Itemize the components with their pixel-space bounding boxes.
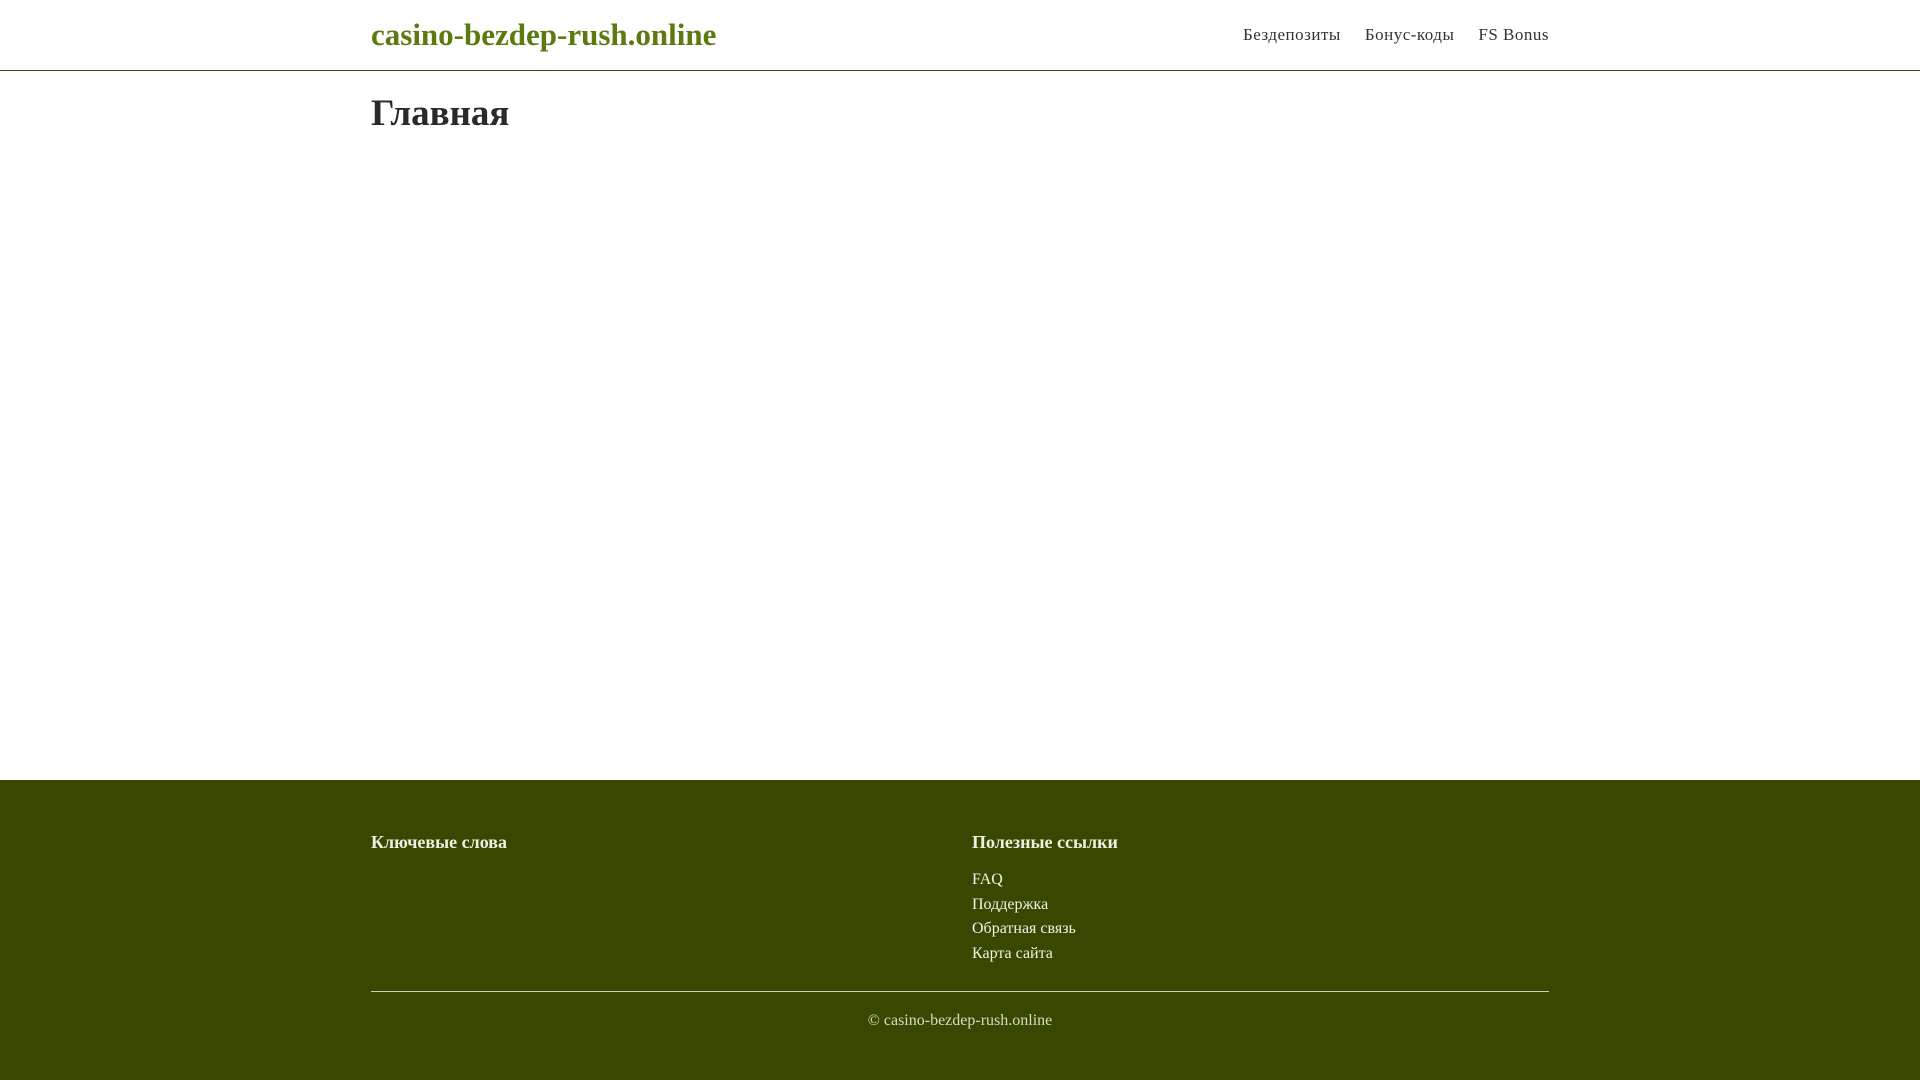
list-item: Карта сайта <box>972 942 1076 967</box>
footer-links-list: FAQ Поддержка Обратная связь Карта сайта <box>972 868 1076 966</box>
site-logo-link[interactable]: casino-bezdep-rush.online <box>371 13 716 57</box>
footer-link-faq[interactable]: FAQ <box>972 871 1003 888</box>
nav-item-fs-bonus[interactable]: FS Bonus <box>1478 24 1549 46</box>
list-item: Обратная связь <box>972 917 1076 942</box>
footer-links-title: Полезные ссылки <box>972 832 1118 852</box>
site-footer: Ключевые слова Полезные ссылки FAQ Подде… <box>0 780 1920 1080</box>
footer-link-feedback[interactable]: Обратная связь <box>972 920 1076 937</box>
nav-item-bonus-kody[interactable]: Бонус-коды <box>1365 24 1455 46</box>
copyright-text: © casino-bezdep-rush.online <box>867 1012 1053 1029</box>
footer-link-support[interactable]: Поддержка <box>972 896 1048 913</box>
footer-keywords-title: Ключевые слова <box>371 832 507 852</box>
nav-item-bezdepozity[interactable]: Бездепозиты <box>1243 24 1341 46</box>
main-nav: Бездепозиты Бонус-коды FS Bonus <box>1243 24 1549 46</box>
footer-divider <box>371 991 1549 992</box>
list-item: FAQ <box>972 868 1076 893</box>
footer-link-sitemap[interactable]: Карта сайта <box>972 945 1053 962</box>
list-item: Поддержка <box>972 893 1076 918</box>
site-header: casino-bezdep-rush.online Бездепозиты Бо… <box>0 0 1920 71</box>
page-title: Главная <box>371 93 510 134</box>
page: casino-bezdep-rush.online Бездепозиты Бо… <box>0 0 1920 1080</box>
